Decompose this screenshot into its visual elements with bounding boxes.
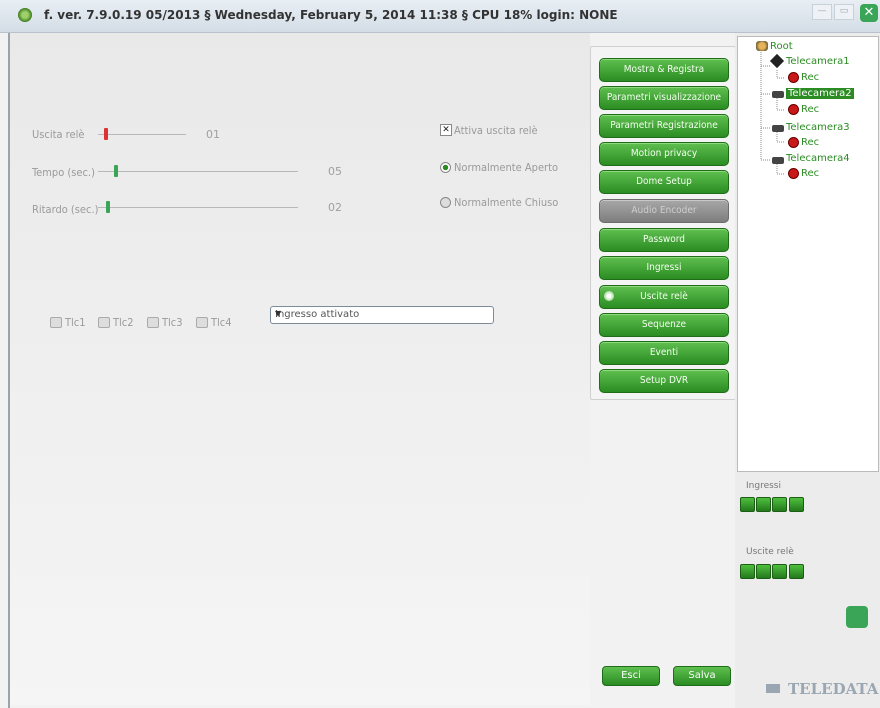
ritardo-value: 02 <box>328 201 342 214</box>
uscita-led-3 <box>772 564 787 579</box>
ingresso-led-2 <box>756 497 771 512</box>
tree-telecamera3[interactable]: Telecamera3 <box>786 122 850 133</box>
tempo-label: Tempo (sec.) <box>32 166 95 179</box>
tree-telecamera2[interactable]: Telecamera2 <box>786 88 854 99</box>
teledata-logo-icon <box>766 684 780 693</box>
ingresso-select[interactable]: Ingresso attivato ▼ <box>270 306 494 324</box>
sequenze-button[interactable]: Sequenze <box>599 313 729 337</box>
normalmente-aperto-label: Normalmente Aperto <box>454 161 559 174</box>
camera-icon <box>772 125 784 132</box>
window-title: f. ver. 7.9.0.19 05/2013 § Wednesday, Fe… <box>44 8 618 22</box>
ingresso-led-4 <box>789 497 804 512</box>
uscita-led-1 <box>740 564 755 579</box>
tree-rec-3[interactable]: Rec <box>801 137 819 148</box>
uscita-rele-value: 01 <box>206 128 220 141</box>
salva-button[interactable]: Salva <box>673 666 731 686</box>
audio-encoder-button[interactable]: Audio Encoder <box>599 199 729 223</box>
attiva-uscita-label: Attiva uscita relè <box>454 124 538 137</box>
title-bar: f. ver. 7.9.0.19 05/2013 § Wednesday, Fe… <box>0 0 880 33</box>
tempo-track <box>98 171 298 172</box>
parametri-visualizzazione-button[interactable]: Parametri visualizzazione <box>599 86 729 110</box>
uscita-rele-slider[interactable] <box>104 128 108 140</box>
tlc3-checkbox[interactable] <box>147 317 159 328</box>
tlc2-label: Tlc2 <box>113 316 134 329</box>
tempo-slider[interactable] <box>114 165 118 177</box>
rec-icon <box>788 72 799 83</box>
rec-icon <box>788 137 799 148</box>
normalmente-aperto-radio[interactable] <box>440 162 451 173</box>
minimize-button[interactable]: — <box>812 4 832 20</box>
tlc4-label: Tlc4 <box>211 316 232 329</box>
ritardo-slider[interactable] <box>106 201 110 213</box>
uscite-rele-button[interactable]: Uscite relè <box>599 285 729 309</box>
parametri-registrazione-button[interactable]: Parametri Registrazione <box>599 114 729 138</box>
grid-icon[interactable] <box>846 606 868 628</box>
motion-privacy-button[interactable]: Motion privacy <box>599 142 729 166</box>
ingressi-group-label: Ingressi <box>746 481 781 491</box>
normalmente-chiuso-label: Normalmente Chiuso <box>454 196 559 209</box>
ritardo-label: Ritardo (sec.) <box>32 203 99 216</box>
rec-icon <box>788 168 799 179</box>
maximize-button[interactable]: ▭ <box>834 4 854 20</box>
active-indicator-icon <box>604 291 614 301</box>
ritardo-track <box>98 207 298 208</box>
tree-telecamera4[interactable]: Telecamera4 <box>786 153 850 164</box>
tlc4-checkbox[interactable] <box>196 317 208 328</box>
uscite-group-label: Uscite relè <box>746 547 794 557</box>
uscite-rele-button-label: Uscite relè <box>640 291 688 302</box>
tree-telecamera1[interactable]: Telecamera1 <box>786 56 850 67</box>
camera-icon <box>772 157 784 164</box>
tree-root[interactable]: Root <box>770 41 793 52</box>
setup-dvr-button[interactable]: Setup DVR <box>599 369 729 393</box>
chevron-down-icon: ▼ <box>275 309 282 318</box>
normalmente-chiuso-radio[interactable] <box>440 197 451 208</box>
password-button[interactable]: Password <box>599 228 729 252</box>
uscita-led-2 <box>756 564 771 579</box>
close-button[interactable]: ✕ <box>860 4 878 22</box>
app-icon <box>18 8 32 22</box>
tlc3-label: Tlc3 <box>162 316 183 329</box>
uscita-rele-track <box>98 134 186 135</box>
uscita-led-4 <box>789 564 804 579</box>
esci-button[interactable]: Esci <box>602 666 660 686</box>
ingresso-led-1 <box>740 497 755 512</box>
ingressi-button[interactable]: Ingressi <box>599 256 729 280</box>
camera-icon <box>772 91 784 98</box>
uscita-rele-label: Uscita relè <box>32 128 85 141</box>
tree-rec-2[interactable]: Rec <box>801 104 819 115</box>
root-icon <box>756 41 768 51</box>
mostra-registra-button[interactable]: Mostra & Registra <box>599 58 729 82</box>
tlc1-label: Tlc1 <box>65 316 86 329</box>
rec-icon <box>788 104 799 115</box>
dome-setup-button[interactable]: Dome Setup <box>599 170 729 194</box>
attiva-uscita-checkbox[interactable]: ✕ <box>440 124 452 136</box>
tree-rec-1[interactable]: Rec <box>801 72 819 83</box>
tlc1-checkbox[interactable] <box>50 317 62 328</box>
teledata-logo: TELEDATA <box>788 680 879 698</box>
tree-rec-4[interactable]: Rec <box>801 168 819 179</box>
tlc2-checkbox[interactable] <box>98 317 110 328</box>
tempo-value: 05 <box>328 165 342 178</box>
ingresso-led-3 <box>772 497 787 512</box>
eventi-button[interactable]: Eventi <box>599 341 729 365</box>
